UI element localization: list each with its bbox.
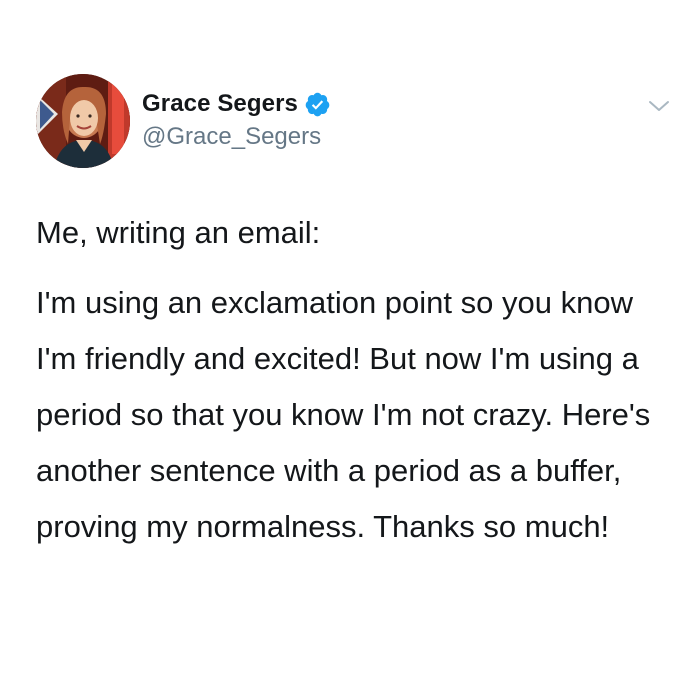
tweet-card: Grace Segers @Grace_Segers Me, writing a… bbox=[0, 0, 700, 700]
handle[interactable]: @Grace_Segers bbox=[142, 123, 321, 151]
verified-badge-icon bbox=[304, 91, 331, 118]
chevron-down-icon[interactable] bbox=[647, 96, 671, 116]
avatar[interactable] bbox=[36, 74, 130, 168]
tweet-body: Me, writing an email: I'm using an excla… bbox=[36, 205, 676, 555]
tweet-text: I'm using an exclamation point so you kn… bbox=[36, 285, 651, 544]
display-name[interactable]: Grace Segers bbox=[142, 90, 298, 118]
tweet-header: Grace Segers @Grace_Segers bbox=[36, 74, 676, 174]
tweet-intro: Me, writing an email: bbox=[36, 215, 321, 250]
avatar-image bbox=[36, 74, 130, 168]
name-row: Grace Segers bbox=[142, 89, 331, 119]
